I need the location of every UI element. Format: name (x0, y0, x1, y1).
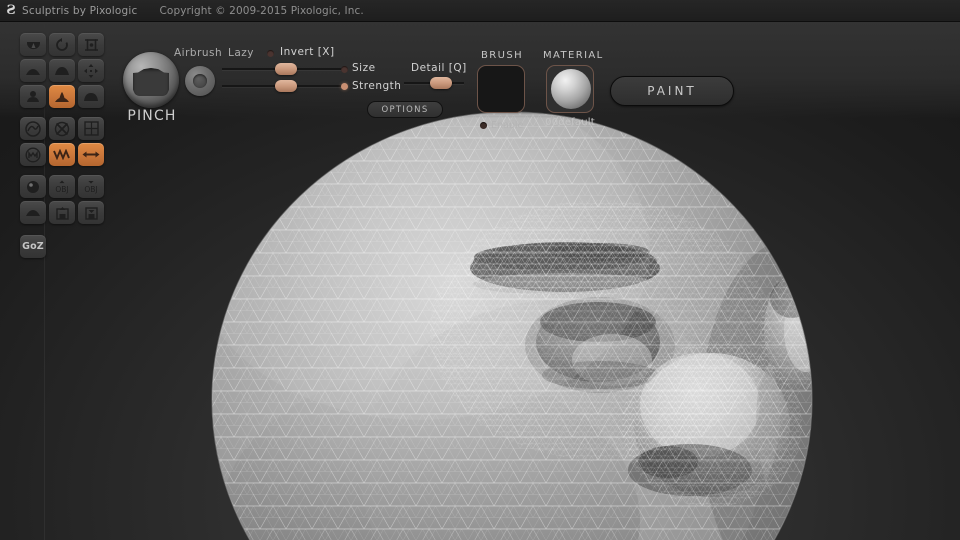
sculptris-logo-icon: Ƨ (6, 3, 16, 18)
airbrush-slider[interactable] (222, 63, 346, 75)
slider-knob[interactable] (430, 77, 453, 89)
paint-mode-button[interactable]: PAINT (610, 76, 734, 106)
detail-label: Detail [Q] (411, 62, 467, 74)
symmetry-off-icon[interactable] (49, 117, 75, 140)
tool-row (20, 143, 112, 166)
brush-pinch-icon[interactable] (49, 85, 75, 108)
menubar: Ƨ Sculptris by Pixologic Copyright © 200… (0, 0, 960, 22)
brush-flatten-icon[interactable] (78, 85, 104, 108)
brush-draw-icon[interactable] (20, 59, 46, 82)
lazy-label: Lazy (228, 47, 255, 59)
tool-row (20, 85, 112, 108)
tool-row (20, 117, 112, 140)
brush-panel-title: BRUSH (481, 50, 523, 61)
brush-grab-icon[interactable] (20, 85, 46, 108)
mask-icon[interactable] (20, 143, 46, 166)
lazy-slider[interactable] (222, 80, 346, 92)
strength-label: Strength (352, 80, 402, 92)
import-obj-icon[interactable]: OBJ (49, 175, 75, 198)
symmetry-icon[interactable] (78, 143, 104, 166)
brush-enable-radio[interactable] (480, 122, 487, 129)
material-panel-title: MATERIAL (543, 50, 604, 61)
airbrush-knob[interactable] (185, 66, 215, 96)
brush-enable-label: Enable (491, 120, 524, 131)
tool-row (20, 33, 112, 56)
tool-row (20, 201, 112, 224)
slider-knob[interactable] (275, 80, 298, 92)
strength-radio[interactable] (341, 83, 348, 90)
material-sphere-icon (551, 69, 591, 109)
tool-row (20, 59, 112, 82)
active-brush-label: PINCH (127, 108, 177, 124)
invert-radio[interactable] (267, 50, 274, 57)
smooth-icon[interactable] (20, 117, 46, 140)
new-sphere-icon[interactable] (20, 33, 46, 56)
svg-text:OBJ: OBJ (55, 185, 68, 194)
material-name-label: 00default (545, 117, 595, 128)
material-sphere-icon[interactable] (20, 175, 46, 198)
left-toolbar: OBJ OBJ GoZ (20, 33, 112, 258)
grid-icon[interactable] (78, 117, 104, 140)
material-swatch[interactable] (546, 65, 594, 113)
brush-toolbar: PINCH Airbrush Lazy Invert [X] Size Deta… (0, 22, 960, 131)
copyright-text: Copyright © 2009-2015 Pixologic, Inc. (159, 4, 364, 17)
slider-knob[interactable] (275, 63, 298, 75)
knob-center-icon (193, 74, 207, 88)
crop-mask-icon[interactable] (78, 33, 104, 56)
airbrush-label: Airbrush (174, 47, 223, 59)
detail-slider[interactable] (404, 77, 464, 89)
subdivide-icon[interactable] (20, 201, 46, 224)
svg-text:OBJ: OBJ (84, 185, 97, 194)
goz-button[interactable]: GoZ (20, 235, 46, 258)
brush-swatch[interactable] (477, 65, 525, 113)
tool-row: OBJ OBJ (20, 175, 112, 198)
export-obj-icon[interactable]: OBJ (78, 175, 104, 198)
open-file-icon[interactable] (49, 201, 75, 224)
pinch-brush-shape-icon (133, 68, 169, 96)
app-title: Sculptris by Pixologic (22, 4, 138, 17)
size-radio[interactable] (341, 66, 348, 73)
brush-preview[interactable] (123, 52, 179, 108)
size-label: Size (352, 62, 376, 74)
brush-move-icon[interactable] (78, 59, 104, 82)
wireframe-icon[interactable] (49, 143, 75, 166)
undo-rotate-icon[interactable] (49, 33, 75, 56)
invert-label: Invert [X] (280, 46, 335, 58)
save-file-icon[interactable] (78, 201, 104, 224)
options-button[interactable]: OPTIONS (367, 101, 443, 118)
brush-inflate-icon[interactable] (49, 59, 75, 82)
sculptris-window: Ƨ Sculptris by Pixologic Copyright © 200… (0, 0, 960, 540)
